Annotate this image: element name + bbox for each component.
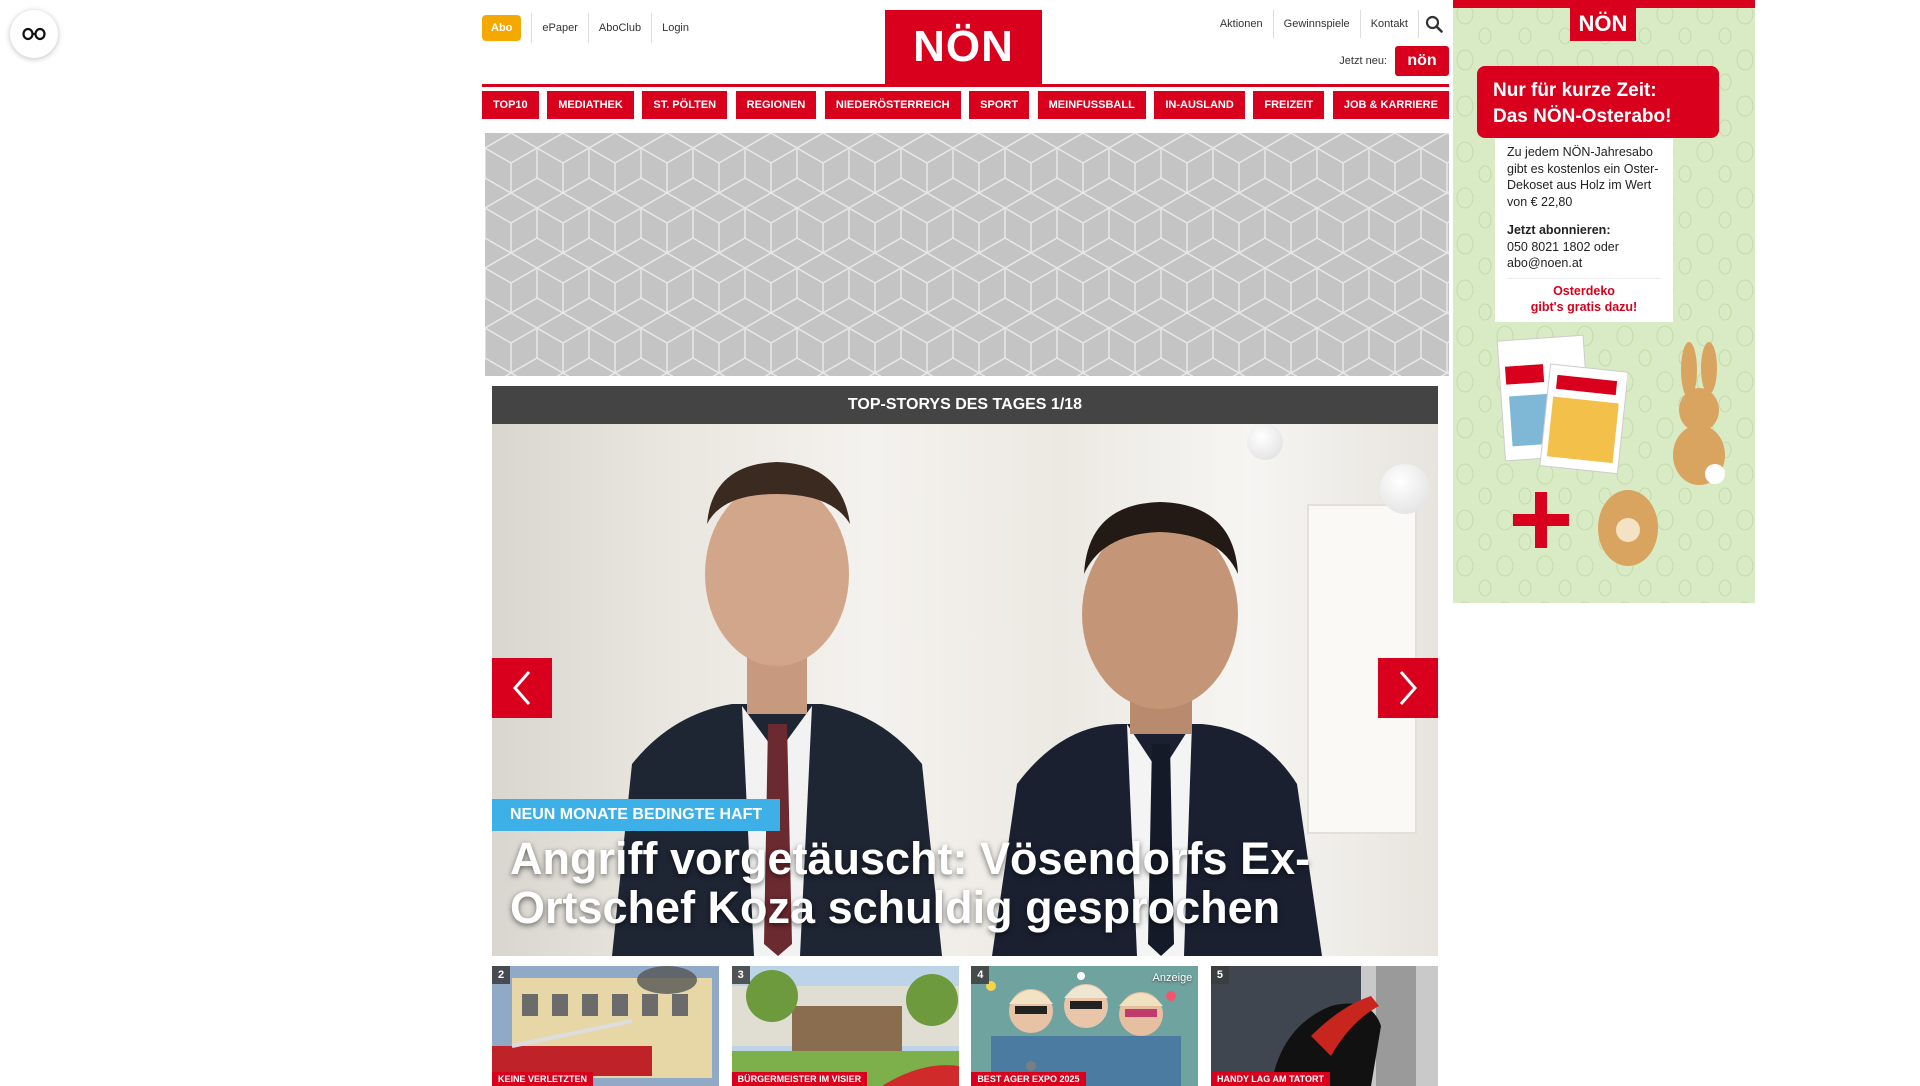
story-thumb[interactable]: 4 Anzeige BEST AGER EXPO 2025 bbox=[971, 966, 1199, 1086]
ad-highlight: Osterdeko gibt's gratis dazu! bbox=[1507, 277, 1661, 316]
logo-text: NÖN bbox=[913, 22, 1014, 71]
accessibility-button[interactable] bbox=[10, 10, 58, 58]
hero-title[interactable]: Angriff vorgetäuscht: Vösendorfs Ex-Orts… bbox=[510, 834, 1390, 932]
search-icon bbox=[1425, 15, 1443, 33]
thumb-image bbox=[971, 966, 1199, 1086]
thumb-category: BÜRGERMEISTER IM VISIER bbox=[731, 1072, 868, 1086]
sidebar-ad[interactable]: NÖN Nur für kurze Zeit: Das NÖN-Osterabo… bbox=[1453, 0, 1755, 603]
thumb-number: 3 bbox=[731, 966, 750, 984]
ad-banner-placeholder[interactable] bbox=[485, 133, 1449, 376]
ad-highlight-line-2: gibt's gratis dazu! bbox=[1530, 300, 1638, 314]
thumb-number: 4 bbox=[971, 966, 990, 984]
login-link[interactable]: Login bbox=[651, 13, 699, 43]
ad-cta-contact: 050 8021 1802 oder abo@noen.at bbox=[1507, 239, 1619, 271]
gewinnspiele-link[interactable]: Gewinnspiele bbox=[1274, 10, 1361, 38]
carousel-next-button[interactable] bbox=[1378, 658, 1438, 718]
ad-card: Zu jedem NÖN-Jahresabo gibt es kostenlos… bbox=[1495, 138, 1673, 322]
kids-noen-logo[interactable]: nön bbox=[1395, 46, 1449, 76]
ad-headline-line-1: Nur für kurze Zeit: bbox=[1493, 80, 1657, 101]
search-button[interactable] bbox=[1419, 10, 1449, 38]
chevron-left-icon bbox=[513, 671, 531, 705]
top-stories: TOP-STORYS DES TAGES 1/18 NEUN MONATE BE… bbox=[492, 386, 1438, 956]
wooden-egg-image bbox=[1598, 490, 1658, 566]
top-left-links: Abo ePaper AboClub Login bbox=[482, 13, 699, 43]
ad-label: Anzeige bbox=[1152, 972, 1193, 984]
hero-badge: NEUN MONATE BEDINGTE HAFT bbox=[492, 799, 781, 831]
newspaper-image bbox=[1496, 334, 1627, 474]
nav-item-freizeit[interactable]: FREIZEIT bbox=[1253, 91, 1325, 119]
wooden-bunny-image bbox=[1673, 342, 1725, 485]
top-right-links: Aktionen Gewinnspiele Kontakt bbox=[1210, 10, 1449, 38]
thumb-number: 2 bbox=[492, 966, 510, 984]
nav-item-st-poelten[interactable]: ST. PÖLTEN bbox=[642, 91, 728, 119]
nav-item-regionen[interactable]: REGIONEN bbox=[735, 91, 817, 119]
hero-image-lamp bbox=[1380, 464, 1430, 514]
jetzt-neu-label: Jetzt neu: bbox=[1339, 55, 1387, 67]
main-nav: TOP10 MEDIATHEK ST. PÖLTEN REGIONEN NIED… bbox=[482, 91, 1449, 119]
site-header: Abo ePaper AboClub Login NÖN Aktionen Ge… bbox=[482, 0, 1449, 87]
ad-cta-label: Jetzt abonnieren: bbox=[1507, 223, 1611, 237]
aktionen-link[interactable]: Aktionen bbox=[1210, 10, 1274, 38]
nav-item-niederoesterreich[interactable]: NIEDERÖSTERREICH bbox=[824, 91, 961, 119]
chevron-right-icon bbox=[1399, 671, 1417, 705]
kontakt-link[interactable]: Kontakt bbox=[1361, 10, 1419, 38]
ad-headline-line-2: Das NÖN-Osterabo! bbox=[1493, 106, 1672, 127]
nav-item-sport[interactable]: SPORT bbox=[969, 91, 1030, 119]
thumb-category: BEST AGER EXPO 2025 bbox=[971, 1072, 1086, 1086]
hero-story[interactable]: NEUN MONATE BEDINGTE HAFT Angriff vorget… bbox=[492, 424, 1438, 956]
story-thumb[interactable]: 3 BÜRGERMEISTER IM VISIER bbox=[731, 966, 959, 1086]
nav-item-top10[interactable]: TOP10 bbox=[482, 91, 539, 119]
thumb-image bbox=[492, 966, 719, 1086]
ad-logo: NÖN bbox=[1570, 6, 1636, 41]
ad-headline: Nur für kurze Zeit: Das NÖN-Osterabo! bbox=[1477, 66, 1719, 138]
nav-item-mediathek[interactable]: MEDIATHEK bbox=[547, 91, 634, 119]
header-divider bbox=[482, 84, 1449, 87]
top-stories-heading: TOP-STORYS DES TAGES 1/18 bbox=[492, 386, 1438, 424]
ad-highlight-line-1: Osterdeko bbox=[1553, 283, 1615, 298]
thumb-category: KEINE VERLETZTEN bbox=[492, 1072, 594, 1086]
story-thumbnails: 2 KEINE VERLETZTEN 3 BÜRGERMEISTER IM VI… bbox=[492, 966, 1438, 1086]
thumb-category: HANDY LAG AM TATORT bbox=[1210, 1072, 1330, 1086]
abo-button[interactable]: Abo bbox=[482, 15, 522, 41]
nav-item-in-ausland[interactable]: IN-AUSLAND bbox=[1154, 91, 1245, 119]
aboclub-link[interactable]: AboClub bbox=[587, 13, 651, 43]
site-logo[interactable]: NÖN bbox=[885, 10, 1042, 84]
nav-item-meinfussball[interactable]: MEINFUSSBALL bbox=[1037, 91, 1146, 119]
carousel-prev-button[interactable] bbox=[492, 658, 552, 718]
nav-item-job-karriere[interactable]: JOB & KARRIERE bbox=[1332, 91, 1449, 119]
thumb-number: 5 bbox=[1210, 966, 1229, 984]
jetzt-neu: Jetzt neu: nön bbox=[1339, 46, 1449, 76]
story-thumb[interactable]: 2 KEINE VERLETZTEN bbox=[492, 966, 719, 1086]
story-thumb[interactable]: 5 HANDY LAG AM TATORT bbox=[1210, 966, 1438, 1086]
glasses-icon bbox=[22, 27, 46, 41]
ad-body: Zu jedem NÖN-Jahresabo gibt es kostenlos… bbox=[1507, 145, 1659, 209]
thumb-image bbox=[1210, 966, 1438, 1086]
epaper-link[interactable]: ePaper bbox=[531, 13, 587, 43]
thumb-image bbox=[731, 966, 959, 1086]
plus-icon bbox=[1513, 492, 1569, 548]
